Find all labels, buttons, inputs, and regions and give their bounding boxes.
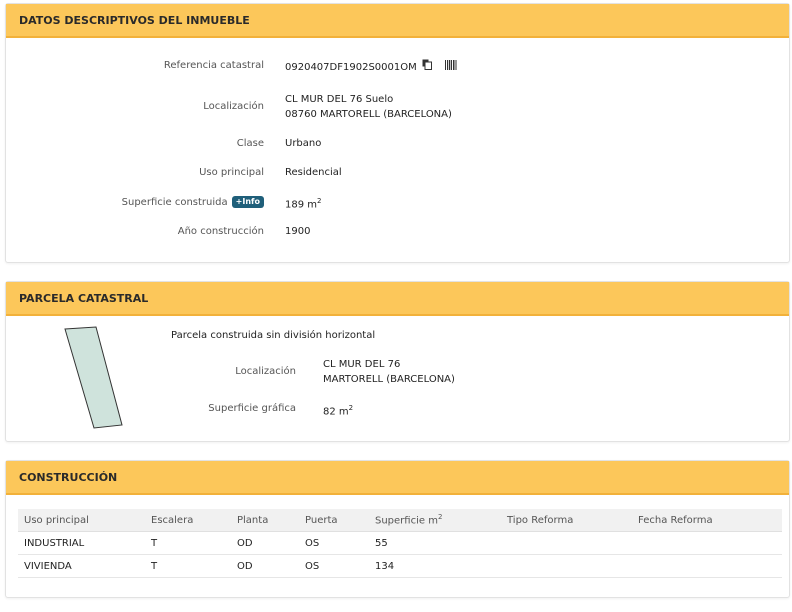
superficie-construida-value: 189 m2: [285, 194, 321, 212]
more-info-button[interactable]: +Info: [231, 196, 264, 208]
ref-catastral-text[interactable]: 0920407DF1902S0001OM: [285, 62, 417, 73]
anio-construccion-value: 1900: [285, 226, 311, 237]
ref-catastral-label: Referencia catastral: [163, 60, 264, 71]
parcela-localizacion-line1: CL MUR DEL 76: [323, 359, 401, 370]
cell-uso: VIVIENDA: [18, 554, 145, 578]
cell-fecha-reforma: [632, 554, 782, 578]
parcel-polygon: [64, 326, 123, 429]
col-superficie: Superficie m2: [369, 509, 501, 532]
copy-icon[interactable]: [422, 59, 432, 75]
localizacion-line2: 08760 MARTORELL (BARCELONA): [285, 109, 452, 120]
table-row: INDUSTRIAL T OD OS 55: [18, 531, 782, 555]
clase-label: Clase: [236, 138, 264, 149]
superficie-construida-text: Superficie construida: [121, 197, 228, 208]
cell-puerta: OS: [299, 531, 369, 555]
table-header-row: Uso principal Escalera Planta Puerta Sup…: [18, 509, 782, 532]
construccion-panel: CONSTRUCCIÓN Uso principal Escalera Plan…: [5, 460, 790, 598]
superficie-grafica-value: 82 m2: [323, 401, 353, 419]
superficie-grafica-label: Superficie gráfica: [208, 403, 296, 414]
datos-panel-title: DATOS DESCRIPTIVOS DEL INMUEBLE: [6, 4, 789, 38]
parcela-subtitle: Parcela construida sin división horizont…: [171, 330, 376, 341]
localizacion-label: Localización: [203, 101, 264, 112]
col-fecha-reforma: Fecha Reforma: [632, 509, 782, 532]
superficie-exponent: 2: [317, 197, 322, 205]
construccion-table: Uso principal Escalera Planta Puerta Sup…: [18, 509, 782, 578]
col-uso-principal: Uso principal: [18, 509, 145, 532]
cell-planta: OD: [231, 554, 299, 578]
cell-escalera: T: [145, 531, 231, 555]
localizacion-value: CL MUR DEL 76 Suelo 08760 MARTORELL (BAR…: [285, 92, 452, 122]
col-superficie-exponent: 2: [437, 513, 443, 522]
superficie-construida-label: Superficie construida +Info: [122, 196, 264, 208]
construccion-panel-title: CONSTRUCCIÓN: [6, 461, 789, 495]
cell-superficie: 55: [369, 531, 501, 555]
parcel-map-shape[interactable]: [61, 325, 131, 430]
table-row: VIVIENDA T OD OS 134: [18, 554, 782, 578]
superficie-grafica-exponent: 2: [348, 404, 354, 412]
cell-puerta: OS: [299, 554, 369, 578]
superficie-grafica-number: 82 m: [323, 406, 349, 418]
barcode-icon[interactable]: [445, 59, 457, 75]
cell-tipo-reforma: [501, 531, 632, 555]
cell-tipo-reforma: [501, 554, 632, 578]
cell-superficie: 134: [369, 554, 501, 578]
cell-uso: INDUSTRIAL: [18, 531, 145, 555]
cell-planta: OD: [231, 531, 299, 555]
parcela-panel: PARCELA CATASTRAL Parcela construida sin…: [5, 281, 790, 442]
col-escalera: Escalera: [145, 509, 231, 532]
uso-principal-value: Residencial: [285, 167, 342, 178]
uso-principal-label: Uso principal: [199, 167, 264, 178]
col-planta: Planta: [231, 509, 299, 532]
col-puerta: Puerta: [299, 509, 369, 532]
anio-construccion-label: Año construcción: [177, 226, 264, 237]
cell-fecha-reforma: [632, 531, 782, 555]
col-superficie-text: Superficie m: [375, 515, 438, 527]
datos-panel: DATOS DESCRIPTIVOS DEL INMUEBLE Referenc…: [5, 3, 790, 263]
clase-value: Urbano: [285, 138, 322, 149]
parcela-localizacion-value: CL MUR DEL 76 MARTORELL (BARCELONA): [323, 357, 455, 387]
ref-catastral-value: 0920407DF1902S0001OM: [285, 59, 457, 75]
localizacion-line1: CL MUR DEL 76 Suelo: [285, 94, 394, 105]
cell-escalera: T: [145, 554, 231, 578]
parcela-localizacion-label: Localización: [235, 366, 296, 377]
superficie-construida-number: 189 m: [285, 199, 318, 211]
parcela-panel-title: PARCELA CATASTRAL: [6, 282, 789, 316]
col-tipo-reforma: Tipo Reforma: [501, 509, 632, 532]
parcela-localizacion-line2: MARTORELL (BARCELONA): [323, 374, 455, 385]
